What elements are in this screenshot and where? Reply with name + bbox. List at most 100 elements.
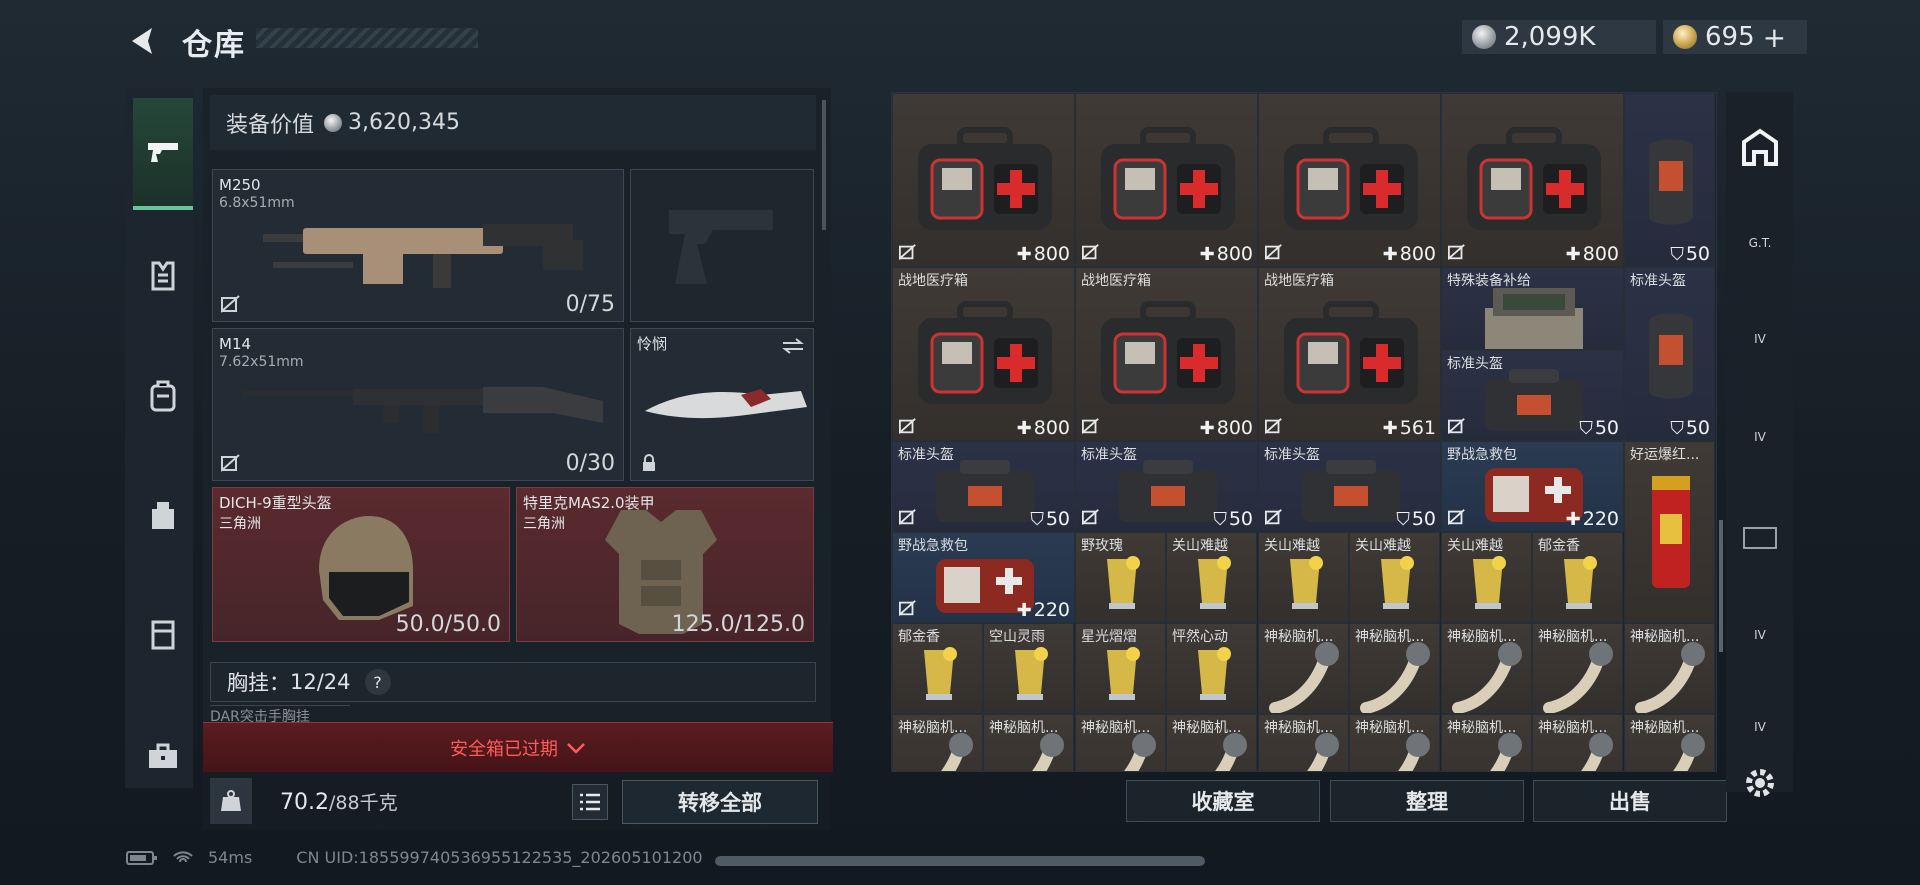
- item-name: 怦然心动: [1172, 629, 1228, 645]
- inventory-item[interactable]: 标准头盔 ⛉ 50: [1624, 267, 1715, 441]
- sort-button[interactable]: 整理: [1330, 780, 1524, 822]
- inventory-item[interactable]: 关山难越: [1441, 532, 1532, 623]
- back-arrow-icon[interactable]: [126, 24, 160, 58]
- helmet-slot[interactable]: DICH-9重型头盔 三角洲 50.0/50.0: [212, 487, 510, 642]
- inventory-item[interactable]: 标准头盔 ⛉ 50: [1441, 350, 1624, 441]
- inventory-item[interactable]: 神秘脑机...: [983, 714, 1074, 771]
- inventory-item[interactable]: 野战急救包 ✚ 220: [1441, 441, 1624, 532]
- storage-tab-iv-2[interactable]: IV: [1735, 412, 1785, 462]
- inventory-item[interactable]: 战地医疗箱 ✚ 800: [892, 267, 1075, 441]
- inventory-item[interactable]: 标准头盔 ⛉ 50: [1258, 441, 1441, 532]
- inventory-item[interactable]: 神秘脑机...: [1624, 623, 1715, 714]
- lock-icon: [643, 454, 655, 471]
- inventory-item[interactable]: ✚ 800: [1441, 93, 1624, 267]
- storage-tab-home[interactable]: [1735, 122, 1785, 172]
- chevron-down-icon: [567, 742, 585, 754]
- silver-currency[interactable]: 2,099K: [1462, 20, 1656, 54]
- item-name: 标准头盔: [1264, 447, 1320, 463]
- equipment-value: 3,620,345: [348, 110, 460, 135]
- inventory-item[interactable]: 神秘脑机...: [1258, 714, 1349, 771]
- nav-rig[interactable]: [134, 604, 192, 664]
- inventory-item[interactable]: 神秘脑机...: [1532, 714, 1623, 771]
- inventory-item[interactable]: 怦然心动: [1166, 623, 1257, 714]
- armor-durability: 125.0/125.0: [671, 612, 805, 637]
- swap-icon[interactable]: [781, 337, 805, 355]
- item-value: ⛉ 50: [1670, 243, 1710, 265]
- horn-icon: [1356, 638, 1436, 713]
- inventory-item[interactable]: 标准头盔 ⛉ 50: [1075, 441, 1258, 532]
- inventory-item[interactable]: 星光熠熠: [1075, 623, 1166, 714]
- inventory-item[interactable]: 好运爆红...: [1624, 441, 1715, 623]
- inventory-item[interactable]: 标准头盔 ⛉ 50: [892, 441, 1075, 532]
- item-name: 神秘脑机...: [1172, 720, 1242, 736]
- inventory-item[interactable]: 关山难越: [1258, 532, 1349, 623]
- inventory-item[interactable]: 关山难越: [1166, 532, 1257, 623]
- medkit-icon: [1459, 126, 1609, 240]
- list-icon[interactable]: [572, 784, 608, 820]
- inventory-item[interactable]: 特殊装备补给: [1441, 267, 1624, 350]
- inventory-item[interactable]: ⛉ 50: [1624, 93, 1715, 267]
- item-name: 郁金香: [898, 629, 940, 645]
- nav-backpack[interactable]: [134, 366, 192, 426]
- inventory-item[interactable]: 神秘脑机...: [1349, 623, 1440, 714]
- cocktail-icon: [1554, 547, 1604, 621]
- gold-currency[interactable]: 695 +: [1663, 20, 1807, 54]
- storage-tab-5[interactable]: [1735, 512, 1785, 562]
- inventory-item[interactable]: 郁金香: [892, 623, 983, 714]
- storage-tab-iv-4[interactable]: IV: [1735, 702, 1785, 752]
- wifi-icon: [173, 850, 193, 862]
- inventory-item[interactable]: 神秘脑机...: [1441, 714, 1532, 771]
- inventory-item[interactable]: 神秘脑机...: [1441, 623, 1532, 714]
- inventory-item[interactable]: 战地医疗箱 ✚ 800: [1075, 267, 1258, 441]
- inventory-item[interactable]: 神秘脑机...: [1624, 714, 1715, 771]
- inventory-item[interactable]: 空山灵雨: [983, 623, 1074, 714]
- inventory-item[interactable]: 关山难越: [1349, 532, 1440, 623]
- home-indicator[interactable]: [715, 856, 1205, 866]
- armor-slot[interactable]: 特里克MAS2.0装甲 三角洲 125.0/125.0: [516, 487, 814, 642]
- item-name: 神秘脑机...: [1264, 720, 1334, 736]
- nav-bag[interactable]: [134, 484, 192, 544]
- inventory-item[interactable]: 神秘脑机...: [1532, 623, 1623, 714]
- pistol-slot[interactable]: [630, 169, 814, 322]
- item-name: 神秘脑机...: [1264, 629, 1334, 645]
- nav-armor[interactable]: [134, 246, 192, 306]
- item-value-number: 220: [1033, 599, 1070, 621]
- storage-tab-iv-1[interactable]: IV: [1735, 314, 1785, 364]
- storage-tab-gt[interactable]: G.T.: [1735, 218, 1785, 268]
- storage-tab-iv-3[interactable]: IV: [1735, 610, 1785, 660]
- inventory-item[interactable]: 野玫瑰: [1075, 532, 1166, 623]
- tab-label: IV: [1754, 332, 1766, 346]
- gold-amount: 695: [1705, 22, 1755, 52]
- inventory-item[interactable]: 神秘脑机...: [892, 714, 983, 771]
- secondary-weapon-slot[interactable]: M14 7.62x51mm 0/30: [212, 328, 624, 481]
- gear-icon[interactable]: [1741, 764, 1779, 802]
- item-name: 标准头盔: [1081, 447, 1137, 463]
- nav-briefcase[interactable]: [134, 726, 192, 786]
- inventory-item[interactable]: ✚ 800: [892, 93, 1075, 267]
- help-icon[interactable]: ?: [364, 669, 391, 695]
- nav-weapons[interactable]: [133, 98, 193, 210]
- inventory-item[interactable]: 野战急救包 ✚ 220: [892, 532, 1075, 623]
- inventory-item[interactable]: ✚ 800: [1258, 93, 1441, 267]
- melee-slot[interactable]: 怜悯: [630, 328, 814, 481]
- weight-max: /88千克: [328, 792, 398, 814]
- safe-box-expired-banner[interactable]: 安全箱已过期: [203, 722, 833, 772]
- tab-label: IV: [1754, 430, 1766, 444]
- inventory-item[interactable]: 神秘脑机...: [1258, 623, 1349, 714]
- add-currency-icon[interactable]: +: [1763, 21, 1786, 54]
- transfer-all-button[interactable]: 转移全部: [622, 780, 818, 824]
- primary-weapon-slot[interactable]: M250 6.8x51mm 0/75: [212, 169, 624, 322]
- rig-icon: [151, 620, 175, 650]
- collection-room-button[interactable]: 收藏室: [1126, 780, 1320, 822]
- inventory-item[interactable]: 郁金香: [1532, 532, 1623, 623]
- inventory-item[interactable]: 战地医疗箱 ✚ 561: [1258, 267, 1441, 441]
- grid-scrollbar[interactable]: [1719, 520, 1723, 652]
- inventory-item[interactable]: 神秘脑机...: [1075, 714, 1166, 771]
- inventory-item[interactable]: 神秘脑机...: [1166, 714, 1257, 771]
- chest-rig-row[interactable]: 胸挂： 12/24 ?: [210, 662, 816, 702]
- sell-button[interactable]: 出售: [1533, 780, 1727, 822]
- item-value-number: 800: [1216, 243, 1253, 265]
- inventory-item[interactable]: ✚ 800: [1075, 93, 1258, 267]
- inventory-item[interactable]: 神秘脑机...: [1349, 714, 1440, 771]
- loadout-scrollbar[interactable]: [822, 100, 826, 230]
